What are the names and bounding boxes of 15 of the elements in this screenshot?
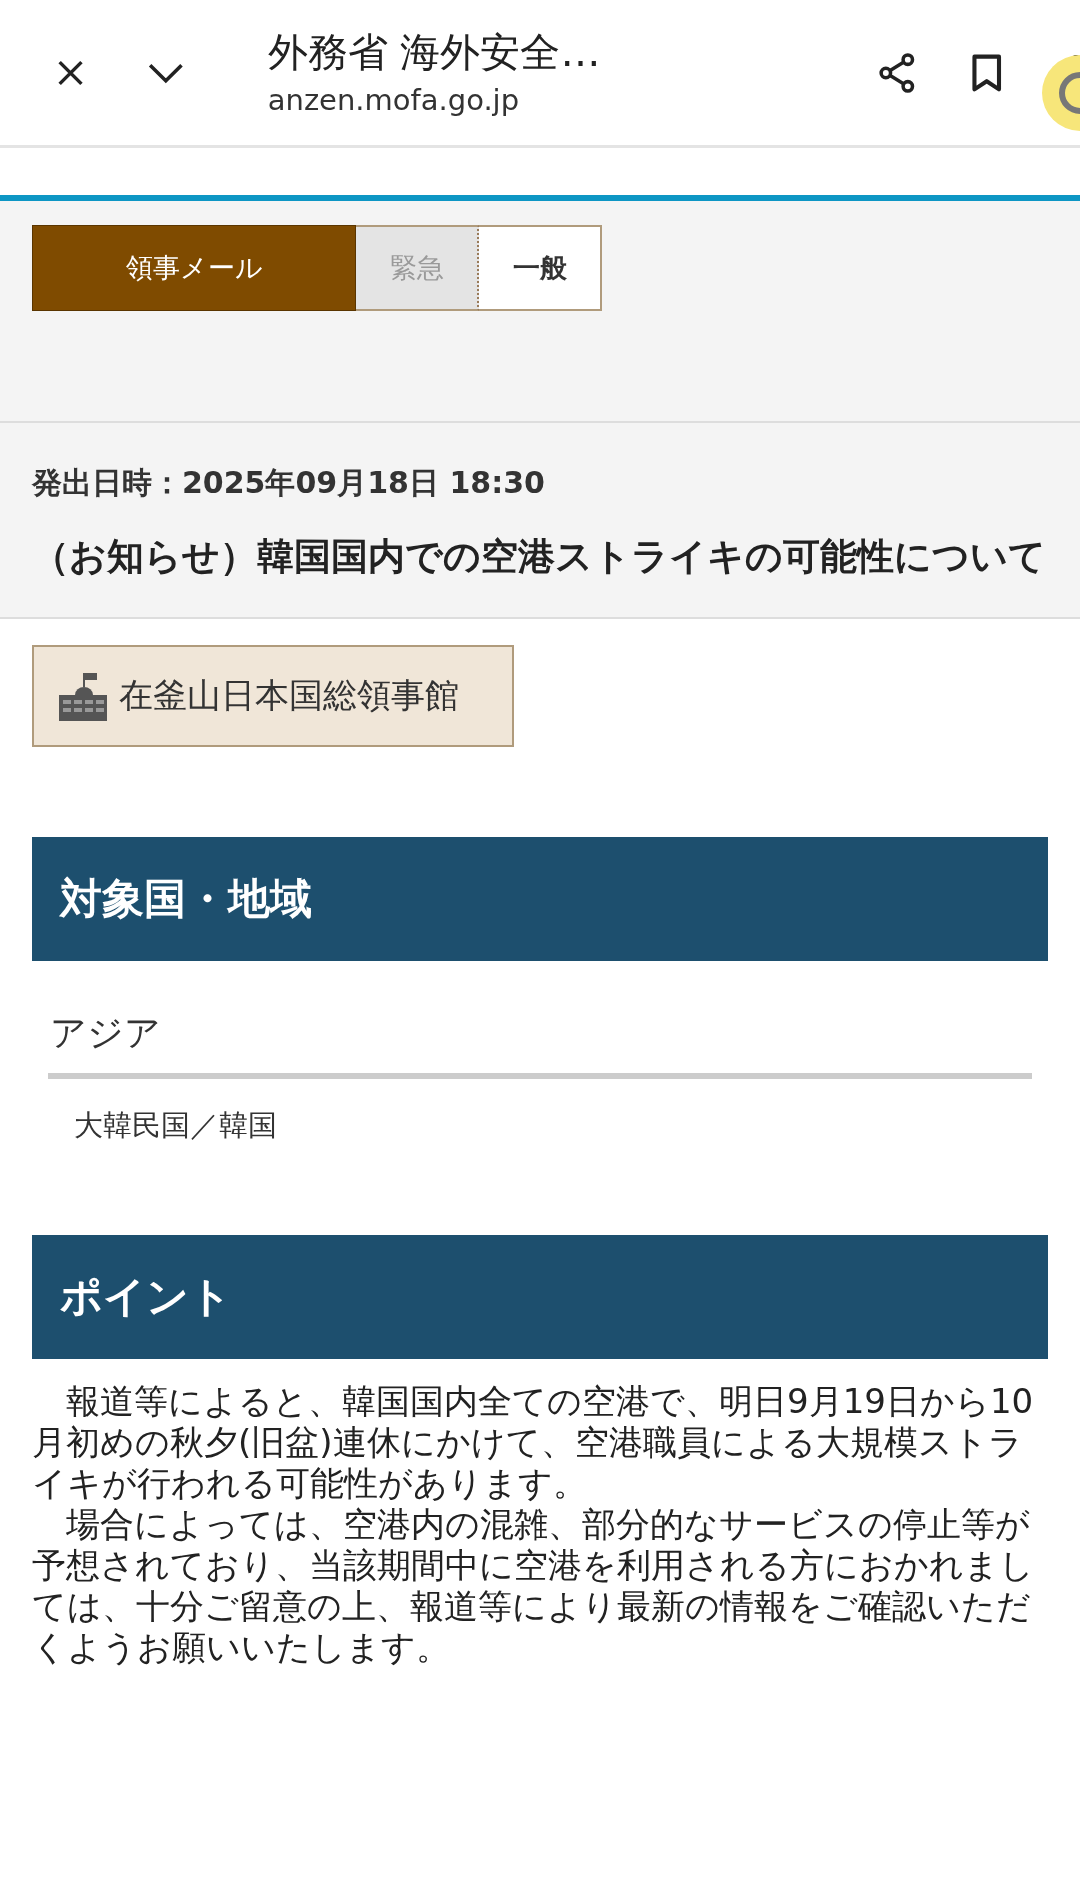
region-name: アジア — [50, 1011, 162, 1055]
category-tab[interactable]: 一般 — [479, 225, 602, 311]
issue-date: 発出日時：2025年09月18日 18:30 — [32, 464, 546, 502]
notice-title: （お知らせ）韓国国内での空港ストライキの可能性について — [32, 534, 1047, 580]
section-heading: ポイント — [32, 1235, 1048, 1359]
building-icon — [59, 671, 107, 721]
consulate-button[interactable]: 在釜山日本国総領事館 — [32, 645, 514, 747]
mail-type-label: 領事メール — [32, 225, 356, 311]
body-paragraph: 場合によっては、空港内の混雑、部分的なサービスの停止等が予想されており、当該期間中に空港を利用される方におかれましては、十分ご留意の上、報道等により最新の情報をご確認いただくようお願いいたします。 — [32, 1504, 1035, 1668]
page-title: 外務省 海外安全… — [267, 27, 602, 77]
floating-assistant-icon[interactable] — [1040, 53, 1080, 133]
body-paragraph: 報道等によると、韓国国内全ての空港で、明日9月19日から10月初めの秋夕(旧盆)連休にかけて、空港職員による大規模ストライキが行われる可能性があります。 — [32, 1381, 1035, 1504]
section-heading: 対象国・地域 — [32, 837, 1048, 961]
page-url: anzen.mofa.go.jp — [267, 81, 521, 119]
country-name: 大韓民国／韓国 — [74, 1107, 278, 1144]
